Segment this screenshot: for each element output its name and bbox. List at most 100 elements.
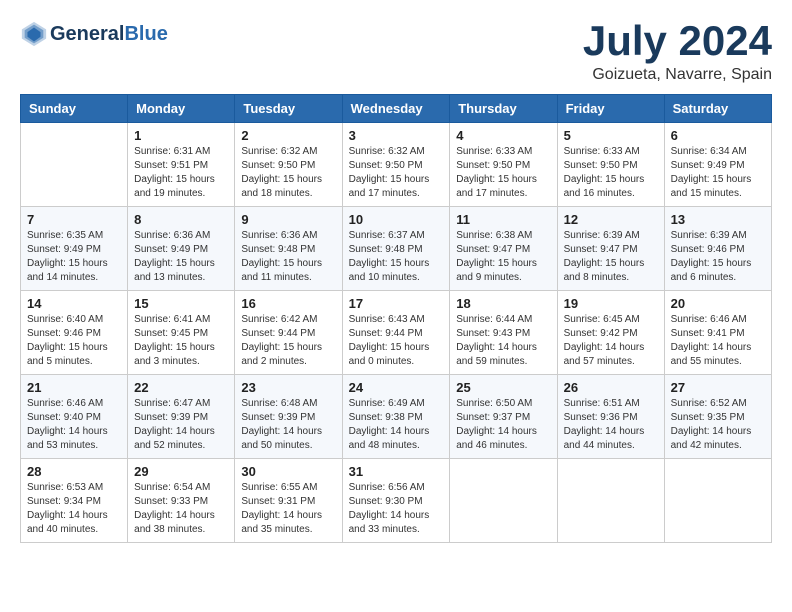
day-info: Sunrise: 6:46 AM Sunset: 9:41 PM Dayligh…: [671, 313, 765, 369]
calendar-cell: [557, 459, 664, 543]
day-number: 23: [241, 380, 335, 395]
logo-icon: [20, 20, 48, 48]
calendar-cell: 1Sunrise: 6:31 AM Sunset: 9:51 PM Daylig…: [128, 123, 235, 207]
calendar-cell: 12 Sunrise: 6:39 AM Sunset: 9:47 PM Dayli…: [557, 207, 664, 291]
day-info: Sunrise: 6:35 AM Sunset: 9:49 PM Dayligh…: [27, 229, 121, 285]
calendar-cell: 23 Sunrise: 6:48 AM Sunset: 9:39 PM Dayli…: [235, 375, 342, 459]
day-info: Sunrise: 6:40 AM Sunset: 9:46 PM Dayligh…: [27, 313, 121, 369]
day-number: 25: [456, 380, 550, 395]
day-number: 2: [241, 128, 335, 143]
page-header: GeneralBlue July 2024 Goizueta, Navarre,…: [20, 20, 772, 84]
day-info: Sunrise: 6:37 AM Sunset: 9:48 PM Dayligh…: [349, 229, 444, 285]
day-number: 6: [671, 128, 765, 143]
weekday-header-monday: Monday: [128, 95, 235, 123]
day-info: Sunrise: 6:56 AM Sunset: 9:30 PM Dayligh…: [349, 481, 444, 537]
day-info: Sunrise: 6:43 AM Sunset: 9:44 PM Dayligh…: [349, 313, 444, 369]
calendar-cell: 20 Sunrise: 6:46 AM Sunset: 9:41 PM Dayli…: [664, 291, 771, 375]
weekday-header-friday: Friday: [557, 95, 664, 123]
calendar-cell: 3 Sunrise: 6:32 AM Sunset: 9:50 PM Daylig…: [342, 123, 450, 207]
day-number: 20: [671, 296, 765, 311]
day-info: Sunrise: 6:55 AM Sunset: 9:31 PM Dayligh…: [241, 481, 335, 537]
day-info: Sunrise: 6:38 AM Sunset: 9:47 PM Dayligh…: [456, 229, 550, 285]
day-info: Sunrise: 6:51 AM Sunset: 9:36 PM Dayligh…: [564, 397, 658, 453]
day-info: Sunrise: 6:50 AM Sunset: 9:37 PM Dayligh…: [456, 397, 550, 453]
day-number: 21: [27, 380, 121, 395]
calendar-cell: 8 Sunrise: 6:36 AM Sunset: 9:49 PM Daylig…: [128, 207, 235, 291]
calendar-cell: 22 Sunrise: 6:47 AM Sunset: 9:39 PM Dayli…: [128, 375, 235, 459]
calendar-cell: 2 Sunrise: 6:32 AM Sunset: 9:50 PM Daylig…: [235, 123, 342, 207]
day-number: 8: [134, 212, 228, 227]
day-number: 11: [456, 212, 550, 227]
calendar-cell: 27 Sunrise: 6:52 AM Sunset: 9:35 PM Dayli…: [664, 375, 771, 459]
calendar-cell: 15 Sunrise: 6:41 AM Sunset: 9:45 PM Dayli…: [128, 291, 235, 375]
logo-blue: Blue: [124, 23, 167, 46]
day-info: Sunrise: 6:39 AM Sunset: 9:47 PM Dayligh…: [564, 229, 658, 285]
day-info: Sunrise: 6:49 AM Sunset: 9:38 PM Dayligh…: [349, 397, 444, 453]
calendar-cell: 18Sunrise: 6:44 AM Sunset: 9:43 PM Dayli…: [450, 291, 557, 375]
calendar-cell: 25 Sunrise: 6:50 AM Sunset: 9:37 PM Dayli…: [450, 375, 557, 459]
calendar-cell: 13 Sunrise: 6:39 AM Sunset: 9:46 PM Dayli…: [664, 207, 771, 291]
calendar-cell: 7 Sunrise: 6:35 AM Sunset: 9:49 PM Daylig…: [21, 207, 128, 291]
day-number: 22: [134, 380, 228, 395]
day-info: Sunrise: 6:48 AM Sunset: 9:39 PM Dayligh…: [241, 397, 335, 453]
day-number: 26: [564, 380, 658, 395]
weekday-header-wednesday: Wednesday: [342, 95, 450, 123]
logo: GeneralBlue: [20, 20, 168, 48]
day-info: Sunrise: 6:42 AM Sunset: 9:44 PM Dayligh…: [241, 313, 335, 369]
calendar-cell: [664, 459, 771, 543]
day-number: 31: [349, 464, 444, 479]
day-info: Sunrise: 6:36 AM Sunset: 9:49 PM Dayligh…: [134, 229, 228, 285]
location-subtitle: Goizueta, Navarre, Spain: [583, 66, 772, 84]
day-number: 3: [349, 128, 444, 143]
day-number: 17: [349, 296, 444, 311]
calendar-table: SundayMondayTuesdayWednesdayThursdayFrid…: [20, 94, 772, 543]
day-info: Sunrise: 6:39 AM Sunset: 9:46 PM Dayligh…: [671, 229, 765, 285]
day-info: Sunrise: 6:52 AM Sunset: 9:35 PM Dayligh…: [671, 397, 765, 453]
logo-general: General: [50, 23, 124, 46]
day-number: 5: [564, 128, 658, 143]
day-info: Sunrise: 6:32 AM Sunset: 9:50 PM Dayligh…: [349, 145, 444, 201]
weekday-header-tuesday: Tuesday: [235, 95, 342, 123]
calendar-cell: 19Sunrise: 6:45 AM Sunset: 9:42 PM Dayli…: [557, 291, 664, 375]
day-number: 1: [134, 128, 228, 143]
calendar-cell: 17 Sunrise: 6:43 AM Sunset: 9:44 PM Dayli…: [342, 291, 450, 375]
calendar-week-4: 21 Sunrise: 6:46 AM Sunset: 9:40 PM Dayli…: [21, 375, 772, 459]
calendar-cell: [21, 123, 128, 207]
day-info: Sunrise: 6:47 AM Sunset: 9:39 PM Dayligh…: [134, 397, 228, 453]
calendar-cell: 10Sunrise: 6:37 AM Sunset: 9:48 PM Dayli…: [342, 207, 450, 291]
calendar-body: 1Sunrise: 6:31 AM Sunset: 9:51 PM Daylig…: [21, 123, 772, 543]
calendar-cell: 31 Sunrise: 6:56 AM Sunset: 9:30 PM Dayli…: [342, 459, 450, 543]
weekday-header-thursday: Thursday: [450, 95, 557, 123]
calendar-cell: 26 Sunrise: 6:51 AM Sunset: 9:36 PM Dayli…: [557, 375, 664, 459]
day-info: Sunrise: 6:33 AM Sunset: 9:50 PM Dayligh…: [564, 145, 658, 201]
calendar-week-5: 28Sunrise: 6:53 AM Sunset: 9:34 PM Dayli…: [21, 459, 772, 543]
day-number: 7: [27, 212, 121, 227]
calendar-header-row: SundayMondayTuesdayWednesdayThursdayFrid…: [21, 95, 772, 123]
day-number: 29: [134, 464, 228, 479]
day-info: Sunrise: 6:41 AM Sunset: 9:45 PM Dayligh…: [134, 313, 228, 369]
calendar-week-3: 14Sunrise: 6:40 AM Sunset: 9:46 PM Dayli…: [21, 291, 772, 375]
day-number: 27: [671, 380, 765, 395]
day-number: 15: [134, 296, 228, 311]
calendar-cell: 30Sunrise: 6:55 AM Sunset: 9:31 PM Dayli…: [235, 459, 342, 543]
calendar-cell: 6 Sunrise: 6:34 AM Sunset: 9:49 PM Daylig…: [664, 123, 771, 207]
calendar-week-2: 7 Sunrise: 6:35 AM Sunset: 9:49 PM Daylig…: [21, 207, 772, 291]
day-info: Sunrise: 6:34 AM Sunset: 9:49 PM Dayligh…: [671, 145, 765, 201]
calendar-week-1: 1Sunrise: 6:31 AM Sunset: 9:51 PM Daylig…: [21, 123, 772, 207]
title-section: July 2024 Goizueta, Navarre, Spain: [583, 20, 772, 84]
day-info: Sunrise: 6:46 AM Sunset: 9:40 PM Dayligh…: [27, 397, 121, 453]
calendar-cell: 21 Sunrise: 6:46 AM Sunset: 9:40 PM Dayli…: [21, 375, 128, 459]
calendar-cell: 28Sunrise: 6:53 AM Sunset: 9:34 PM Dayli…: [21, 459, 128, 543]
weekday-header-saturday: Saturday: [664, 95, 771, 123]
calendar-cell: 9Sunrise: 6:36 AM Sunset: 9:48 PM Daylig…: [235, 207, 342, 291]
day-number: 24: [349, 380, 444, 395]
day-number: 28: [27, 464, 121, 479]
calendar-cell: [450, 459, 557, 543]
day-number: 13: [671, 212, 765, 227]
day-info: Sunrise: 6:45 AM Sunset: 9:42 PM Dayligh…: [564, 313, 658, 369]
weekday-header-sunday: Sunday: [21, 95, 128, 123]
day-number: 18: [456, 296, 550, 311]
day-number: 12: [564, 212, 658, 227]
calendar-cell: 24 Sunrise: 6:49 AM Sunset: 9:38 PM Dayli…: [342, 375, 450, 459]
day-info: Sunrise: 6:32 AM Sunset: 9:50 PM Dayligh…: [241, 145, 335, 201]
